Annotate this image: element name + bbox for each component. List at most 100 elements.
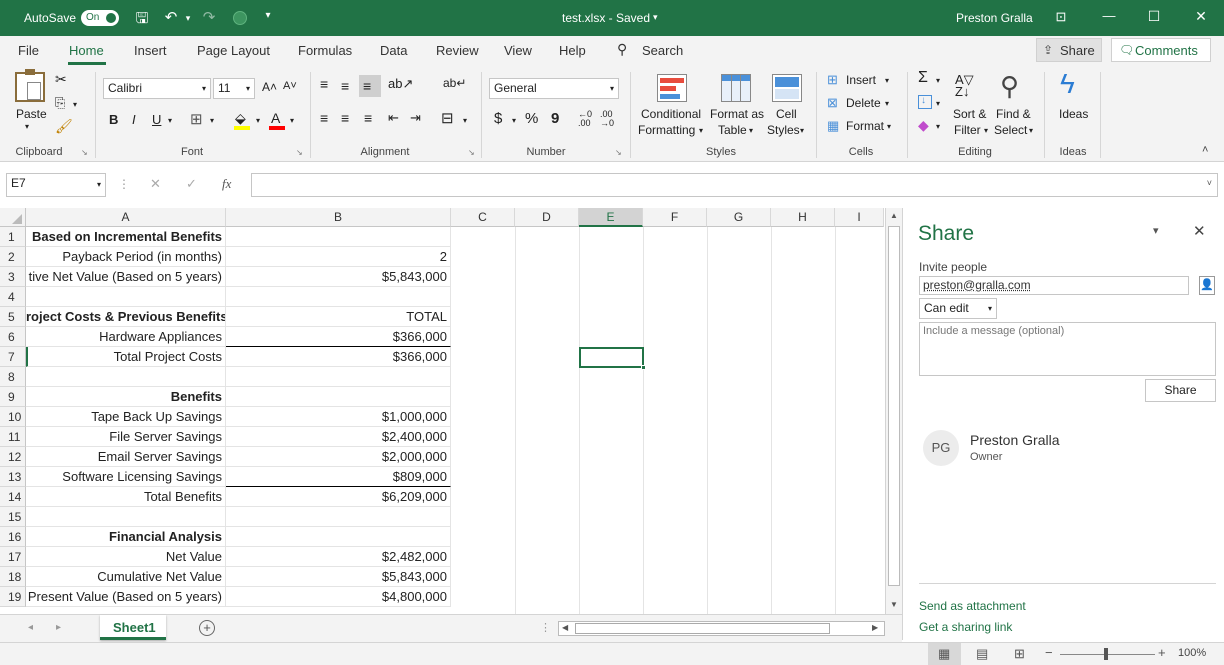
select-all-corner[interactable]	[0, 208, 26, 227]
row-header[interactable]: 14	[0, 487, 26, 507]
expand-formula-icon[interactable]: ˅	[1207, 178, 1212, 188]
cell-b[interactable]: $2,482,000	[226, 547, 451, 567]
insert-cells-button[interactable]: Insert	[846, 73, 876, 87]
maximize-icon[interactable]: ☐	[1145, 8, 1163, 25]
scroll-left-icon[interactable]: ◀	[562, 623, 568, 632]
column-header-i[interactable]: I	[835, 208, 884, 227]
italic-button[interactable]: I	[132, 112, 136, 127]
cell-a[interactable]	[26, 367, 226, 387]
cell-b[interactable]: $6,209,000	[226, 487, 451, 507]
cell-b[interactable]	[226, 227, 451, 247]
orientation-icon[interactable]: ab↗	[388, 76, 413, 92]
align-center-icon[interactable]: ≡	[341, 110, 349, 126]
cell-b[interactable]: 2	[226, 247, 451, 267]
align-top-icon[interactable]: ≡	[320, 76, 328, 92]
cell-styles-dropdown-icon[interactable]: ▾	[800, 126, 804, 135]
cell-b[interactable]: $5,843,000	[226, 567, 451, 587]
tab-help[interactable]: Help	[559, 43, 586, 58]
send-as-attachment-link[interactable]: Send as attachment	[919, 599, 1026, 613]
cell-b[interactable]: TOTAL	[226, 307, 451, 327]
decrease-decimal-icon[interactable]: .00 →0	[600, 110, 614, 128]
insert-cells-icon[interactable]: ⊞	[827, 72, 838, 88]
font-color-dropdown-icon[interactable]: ▾	[290, 116, 294, 125]
address-book-icon[interactable]: 👤	[1199, 276, 1215, 295]
format-as-table-icon[interactable]	[721, 74, 751, 102]
scroll-up-icon[interactable]: ▲	[890, 211, 898, 220]
underline-dropdown-icon[interactable]: ▾	[168, 116, 172, 125]
conditional-formatting-sublabel[interactable]: Formatting	[638, 123, 695, 137]
tab-file[interactable]: File	[18, 43, 39, 58]
increase-font-icon[interactable]: A˄	[262, 80, 277, 94]
clear-icon[interactable]: ◆	[918, 117, 929, 134]
cell-b[interactable]	[226, 287, 451, 307]
find-dropdown-icon[interactable]: ▾	[1029, 126, 1033, 135]
conditional-formatting-label[interactable]: Conditional	[641, 107, 701, 121]
zoom-in-icon[interactable]: +	[1158, 645, 1166, 660]
decrease-font-icon[interactable]: A˅	[283, 80, 297, 92]
delete-cells-button[interactable]: Delete	[846, 96, 881, 110]
column-header-f[interactable]: F	[643, 208, 707, 227]
clipboard-launcher-icon[interactable]: ↘	[81, 148, 88, 157]
paste-dropdown-icon[interactable]: ▾	[25, 122, 29, 131]
new-sheet-icon[interactable]: +	[199, 620, 215, 636]
search-icon[interactable]: ⚲	[617, 41, 627, 58]
confirm-entry-icon[interactable]: ✓	[186, 176, 197, 192]
tab-home[interactable]: Home	[69, 43, 104, 58]
format-table-dropdown-icon[interactable]: ▾	[749, 126, 753, 135]
title-dropdown-icon[interactable]: ▾	[653, 12, 658, 23]
cell-a[interactable]: Based on Incremental Benefits	[26, 227, 226, 247]
row-header[interactable]: 2	[0, 247, 26, 267]
find-select-label[interactable]: Find &	[996, 107, 1031, 121]
cell-styles-sublabel[interactable]: Styles	[767, 123, 800, 137]
formula-input[interactable]: ˅	[251, 173, 1218, 197]
format-as-table-sublabel[interactable]: Table	[718, 123, 747, 137]
cell-b[interactable]: $1,000,000	[226, 407, 451, 427]
autosum-icon[interactable]: Σ	[918, 69, 928, 87]
row-header[interactable]: 4	[0, 287, 26, 307]
row-header[interactable]: 5	[0, 307, 26, 327]
font-color-icon[interactable]: A	[271, 110, 280, 126]
row-header[interactable]: 13	[0, 467, 26, 487]
row-header[interactable]: 7	[0, 347, 26, 367]
cell-a[interactable]: Cumulative Net Value	[26, 567, 226, 587]
paste-icon[interactable]	[15, 69, 45, 102]
wrap-text-icon[interactable]: ab↵	[443, 76, 466, 90]
cell-styles-label[interactable]: Cell	[776, 107, 797, 121]
share-button[interactable]: ⇪ Share	[1036, 38, 1102, 62]
name-box[interactable]: E7 ▾	[6, 173, 106, 197]
align-right-icon[interactable]: ≡	[364, 110, 372, 126]
fill-color-icon[interactable]: ⬙	[235, 110, 246, 127]
prev-sheet-icon[interactable]: ◂	[28, 622, 33, 633]
borders-icon[interactable]: ⊞	[190, 110, 203, 128]
minimize-icon[interactable]: —	[1100, 8, 1118, 23]
scroll-right-icon[interactable]: ▶	[872, 623, 878, 632]
customize-toolbar-icon[interactable]: ▾	[262, 10, 274, 21]
file-title[interactable]: test.xlsx - Saved	[562, 11, 650, 25]
currency-dropdown-icon[interactable]: ▾	[512, 116, 516, 125]
pane-options-icon[interactable]: ▾	[1153, 224, 1159, 237]
column-header-d[interactable]: D	[515, 208, 579, 227]
increase-indent-icon[interactable]: ⇥	[410, 110, 421, 126]
column-header-b[interactable]: B	[226, 208, 451, 227]
cell-b[interactable]: $366,000	[226, 327, 451, 347]
worksheet-grid[interactable]: A B C D E F G H I 1 Based on Incremental …	[0, 208, 884, 614]
format-as-table-label[interactable]: Format as	[710, 107, 764, 121]
cell-a[interactable]: Net Value	[26, 547, 226, 567]
tab-view[interactable]: View	[504, 43, 532, 58]
column-header-e[interactable]: E	[579, 208, 643, 227]
get-sharing-link[interactable]: Get a sharing link	[919, 620, 1012, 634]
sort-filter-icon[interactable]: A▽ Z↓	[955, 73, 974, 98]
zoom-slider-thumb[interactable]	[1104, 648, 1108, 660]
row-header[interactable]: 8	[0, 367, 26, 387]
undo-dropdown-icon[interactable]: ▾	[182, 13, 194, 24]
format-cells-icon[interactable]: ▦	[827, 118, 839, 134]
column-header-h[interactable]: H	[771, 208, 835, 227]
vertical-scrollbar[interactable]: ▲ ▼	[885, 208, 902, 614]
sort-filter-sublabel[interactable]: Filter	[954, 123, 981, 137]
send-share-button[interactable]: Share	[1145, 379, 1216, 402]
delete-dropdown-icon[interactable]: ▾	[885, 99, 889, 108]
touch-mode-icon[interactable]	[233, 11, 247, 25]
find-select-sublabel[interactable]: Select	[994, 123, 1027, 137]
align-left-icon[interactable]: ≡	[320, 110, 328, 126]
insert-dropdown-icon[interactable]: ▾	[885, 76, 889, 85]
